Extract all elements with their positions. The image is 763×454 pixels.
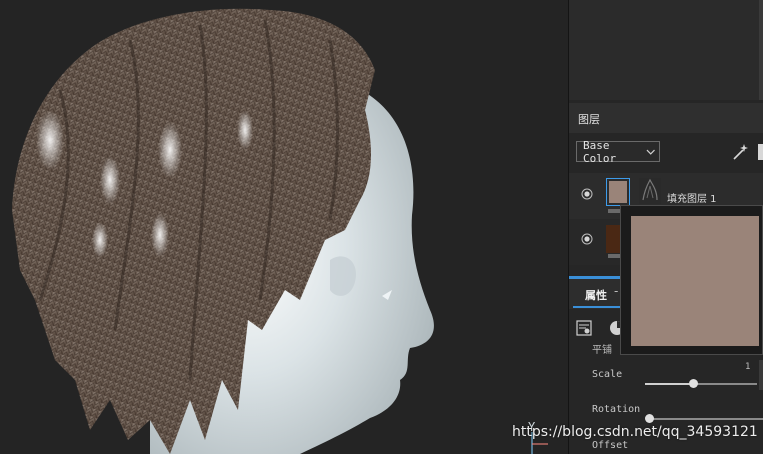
head-model-render [12,8,548,454]
chevron-down-icon [646,149,655,155]
panel-top-area [569,0,763,100]
layers-title: 图层 [578,113,600,126]
tab-menu[interactable]: - [614,284,618,298]
blend-mode-select[interactable]: Base Color [576,138,660,165]
eye-icon[interactable] [581,188,593,200]
layer-thumbnail[interactable] [606,178,630,206]
add-layer-button[interactable] [758,144,763,160]
layers-header: 图层 [569,103,763,133]
magic-wand-icon[interactable] [731,143,749,161]
rotation-label: Rotation [592,404,641,415]
color-swatch[interactable] [631,216,759,346]
section-label: 平铺 [592,345,612,356]
scale-input-edge [759,360,763,390]
tab-properties[interactable]: 属性 [585,287,607,303]
rotation-slider-track[interactable] [649,418,763,420]
layer-mask-thumbnail[interactable] [639,178,661,204]
blend-mode-value: Base Color [583,138,617,165]
color-preview-popup [620,205,763,355]
scale-value[interactable]: 1 [745,362,750,372]
active-tab-indicator [573,306,621,308]
eye-icon[interactable] [581,233,593,245]
scale-label: Scale [592,369,623,380]
rotation-slider-handle[interactable] [645,414,654,423]
layer-name: 填充图层 1 [667,194,717,205]
3d-viewport[interactable]: Y [0,0,568,454]
texture-settings-icon[interactable] [576,320,592,336]
watermark: https://blog.csdn.net/qq_34593121 [512,424,758,440]
offset-label: Offset [592,440,629,451]
scale-slider-fill [645,383,694,385]
